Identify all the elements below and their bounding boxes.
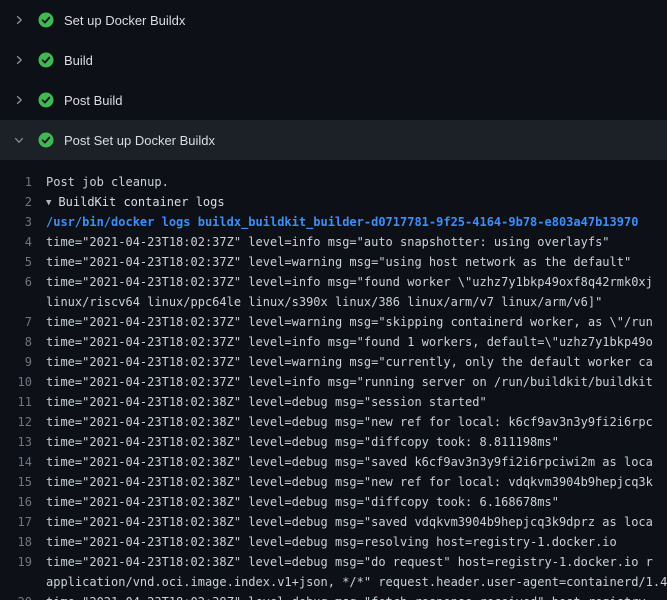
log-line-number[interactable]: 17 — [0, 512, 46, 532]
workflow-step-1[interactable]: Set up Docker Buildx — [0, 0, 667, 40]
step-label: Build — [64, 53, 93, 68]
log-line: 15 time="2021-04-23T18:02:38Z" level=deb… — [0, 472, 667, 492]
log-line-number[interactable]: 16 — [0, 492, 46, 512]
chevron-icon — [12, 133, 26, 147]
log-line: linux/riscv64 linux/ppc64le linux/s390x … — [0, 292, 667, 312]
log-line-text: time="2021-04-23T18:02:38Z" level=debug … — [46, 472, 653, 492]
log-line: 7 time="2021-04-23T18:02:37Z" level=warn… — [0, 312, 667, 332]
chevron-icon — [12, 53, 26, 67]
log-line-number[interactable]: 13 — [0, 432, 46, 452]
log-line-number[interactable]: 9 — [0, 352, 46, 372]
check-circle-icon — [38, 52, 54, 68]
log-line-text: time="2021-04-23T18:02:37Z" level=info m… — [46, 332, 653, 352]
log-line-number[interactable]: 20 — [0, 592, 46, 600]
step-label: Post Set up Docker Buildx — [64, 133, 215, 148]
step-list: Set up Docker Buildx Build P — [0, 0, 667, 160]
log-line-number[interactable]: 19 — [0, 552, 46, 572]
group-title: BuildKit container logs — [58, 195, 224, 209]
chevron-icon — [12, 13, 26, 27]
log-line-number[interactable]: 4 — [0, 232, 46, 252]
log-line: 18 time="2021-04-23T18:02:38Z" level=deb… — [0, 532, 667, 552]
log-line-text: time="2021-04-23T18:02:37Z" level=warnin… — [46, 312, 653, 332]
log-line-text: time="2021-04-23T18:02:38Z" level=debug … — [46, 392, 487, 412]
log-line-text: time="2021-04-23T18:02:38Z" level=debug … — [46, 512, 653, 532]
log-line-number[interactable]: 2 — [0, 192, 46, 212]
log-line-number[interactable]: 7 — [0, 312, 46, 332]
log-line-text: time="2021-04-23T18:02:38Z" level=debug … — [46, 432, 559, 452]
check-circle-icon — [38, 92, 54, 108]
workflow-step-2[interactable]: Build — [0, 40, 667, 80]
log-line-text: application/vnd.oci.image.index.v1+json,… — [46, 572, 667, 592]
log-line-text: time="2021-04-23T18:02:38Z" level=debug … — [46, 452, 653, 472]
log-line-number[interactable]: 11 — [0, 392, 46, 412]
log-line-number[interactable] — [0, 572, 46, 592]
log-line: 20 time="2021-04-23T18:02:38Z" level=deb… — [0, 592, 667, 600]
log-line-text: time="2021-04-23T18:02:38Z" level=debug … — [46, 552, 653, 572]
workflow-step-4[interactable]: Post Set up Docker Buildx — [0, 120, 667, 160]
log-line-number[interactable]: 10 — [0, 372, 46, 392]
log-line-number[interactable]: 1 — [0, 172, 46, 192]
log-line-number[interactable]: 15 — [0, 472, 46, 492]
workflow-step-3[interactable]: Post Build — [0, 80, 667, 120]
log-line-number[interactable]: 5 — [0, 252, 46, 272]
log-line: 12 time="2021-04-23T18:02:38Z" level=deb… — [0, 412, 667, 432]
log-line-text: time="2021-04-23T18:02:37Z" level=info m… — [46, 372, 653, 392]
log-line: 3 /usr/bin/docker logs buildx_buildkit_b… — [0, 212, 667, 232]
log-line-text: time="2021-04-23T18:02:38Z" level=debug … — [46, 492, 559, 512]
log-line: 16 time="2021-04-23T18:02:38Z" level=deb… — [0, 492, 667, 512]
log-line: 11 time="2021-04-23T18:02:38Z" level=deb… — [0, 392, 667, 412]
log-line-text: time="2021-04-23T18:02:38Z" level=debug … — [46, 592, 646, 600]
log-line-text: linux/riscv64 linux/ppc64le linux/s390x … — [46, 292, 602, 312]
log-line-number[interactable] — [0, 292, 46, 312]
chevron-icon — [12, 93, 26, 107]
log-line-number[interactable]: 12 — [0, 412, 46, 432]
log-line: 19 time="2021-04-23T18:02:38Z" level=deb… — [0, 552, 667, 572]
log-line-text: time="2021-04-23T18:02:38Z" level=debug … — [46, 412, 653, 432]
log-line-text: time="2021-04-23T18:02:37Z" level=info m… — [46, 232, 610, 252]
log-line: 14 time="2021-04-23T18:02:38Z" level=deb… — [0, 452, 667, 472]
log-line: application/vnd.oci.image.index.v1+json,… — [0, 572, 667, 592]
check-circle-icon — [38, 132, 54, 148]
log-line: 4 time="2021-04-23T18:02:37Z" level=info… — [0, 232, 667, 252]
log-line: 1 Post job cleanup. — [0, 172, 667, 192]
log-line-number[interactable]: 18 — [0, 532, 46, 552]
log-line-text: time="2021-04-23T18:02:38Z" level=debug … — [46, 532, 617, 552]
log-line-number[interactable]: 3 — [0, 212, 46, 232]
log-line-number[interactable]: 8 — [0, 332, 46, 352]
log-line: 17 time="2021-04-23T18:02:38Z" level=deb… — [0, 512, 667, 532]
log-line[interactable]: 2 ▼ BuildKit container logs — [0, 192, 667, 212]
log-line-text: time="2021-04-23T18:02:37Z" level=warnin… — [46, 352, 653, 372]
log-line-text: time="2021-04-23T18:02:37Z" level=info m… — [46, 272, 653, 292]
log-line: 5 time="2021-04-23T18:02:37Z" level=warn… — [0, 252, 667, 272]
group-toggle-icon[interactable]: ▼ — [46, 193, 51, 212]
log-line-text: ▼ BuildKit container logs — [46, 192, 225, 212]
log-area: 1 Post job cleanup. 2 ▼ BuildKit containe… — [0, 160, 667, 600]
step-label: Set up Docker Buildx — [64, 13, 185, 28]
log-line: 6 time="2021-04-23T18:02:37Z" level=info… — [0, 272, 667, 292]
log-line: 10 time="2021-04-23T18:02:37Z" level=inf… — [0, 372, 667, 392]
log-line: 13 time="2021-04-23T18:02:38Z" level=deb… — [0, 432, 667, 452]
log-line-number[interactable]: 6 — [0, 272, 46, 292]
log-line: 8 time="2021-04-23T18:02:37Z" level=info… — [0, 332, 667, 352]
log-line-text: /usr/bin/docker logs buildx_buildkit_bui… — [46, 212, 638, 232]
check-circle-icon — [38, 12, 54, 28]
step-label: Post Build — [64, 93, 123, 108]
log-line-number[interactable]: 14 — [0, 452, 46, 472]
log-line: 9 time="2021-04-23T18:02:37Z" level=warn… — [0, 352, 667, 372]
log-line-text: time="2021-04-23T18:02:37Z" level=warnin… — [46, 252, 631, 272]
log-line-text: Post job cleanup. — [46, 172, 169, 192]
actions-log-viewer: Set up Docker Buildx Build P — [0, 0, 667, 600]
